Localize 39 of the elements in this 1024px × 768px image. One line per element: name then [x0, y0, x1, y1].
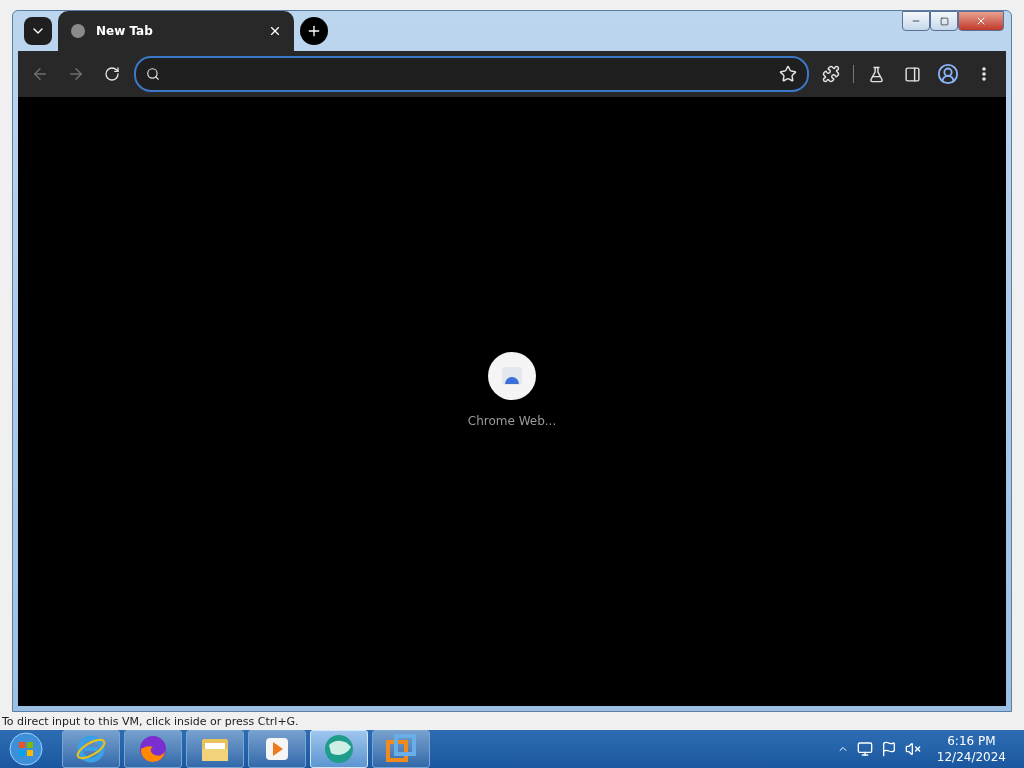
- fox-globe-icon: [138, 734, 168, 764]
- minimize-button[interactable]: [902, 11, 930, 31]
- tab-title: New Tab: [96, 24, 154, 38]
- taskbar-app-button[interactable]: [62, 730, 120, 768]
- clock-date: 12/24/2024: [936, 750, 1006, 764]
- vm-icon: [386, 734, 416, 764]
- restore-icon: [939, 16, 949, 26]
- status-text: To direct input to this VM, click inside or press Ctrl+G.: [2, 714, 299, 728]
- menu-icon: [982, 67, 986, 81]
- taskbar-app-button[interactable]: [248, 730, 306, 768]
- shortcut-tile[interactable]: [488, 351, 536, 400]
- taskbar-app-button[interactable]: [186, 730, 244, 768]
- search-icon: [146, 67, 160, 81]
- puzzle-icon: [822, 65, 840, 83]
- windows-logo-icon: [9, 732, 43, 766]
- address-bar[interactable]: [134, 56, 809, 92]
- store-icon: [501, 365, 523, 386]
- play-icon: [264, 736, 290, 762]
- network-icon[interactable]: [856, 741, 873, 757]
- forward-arrow-icon: [67, 65, 85, 83]
- restore-button[interactable]: [930, 11, 958, 31]
- profile-icon: [937, 63, 959, 85]
- volume-muted-icon[interactable]: [904, 741, 921, 757]
- close-button[interactable]: [958, 11, 1004, 31]
- plus-icon: [306, 23, 322, 39]
- bookmark-star-icon[interactable]: [779, 65, 797, 83]
- tab-search-button[interactable]: [24, 17, 52, 45]
- side-panel-icon: [903, 65, 921, 83]
- flask-icon: [867, 65, 885, 83]
- taskbar-app-button[interactable]: [124, 730, 182, 768]
- close-tab-icon[interactable]: [268, 24, 282, 38]
- flag-icon[interactable]: [880, 741, 897, 757]
- new-tab-button[interactable]: [300, 17, 328, 45]
- close-icon: [975, 15, 987, 27]
- browser-tab[interactable]: New Tab: [58, 11, 294, 51]
- reload-icon: [104, 66, 120, 82]
- clock-time: 6:16 PM: [947, 734, 996, 748]
- shortcut-label: Chrome Web...: [467, 413, 557, 428]
- start-button[interactable]: [6, 731, 46, 767]
